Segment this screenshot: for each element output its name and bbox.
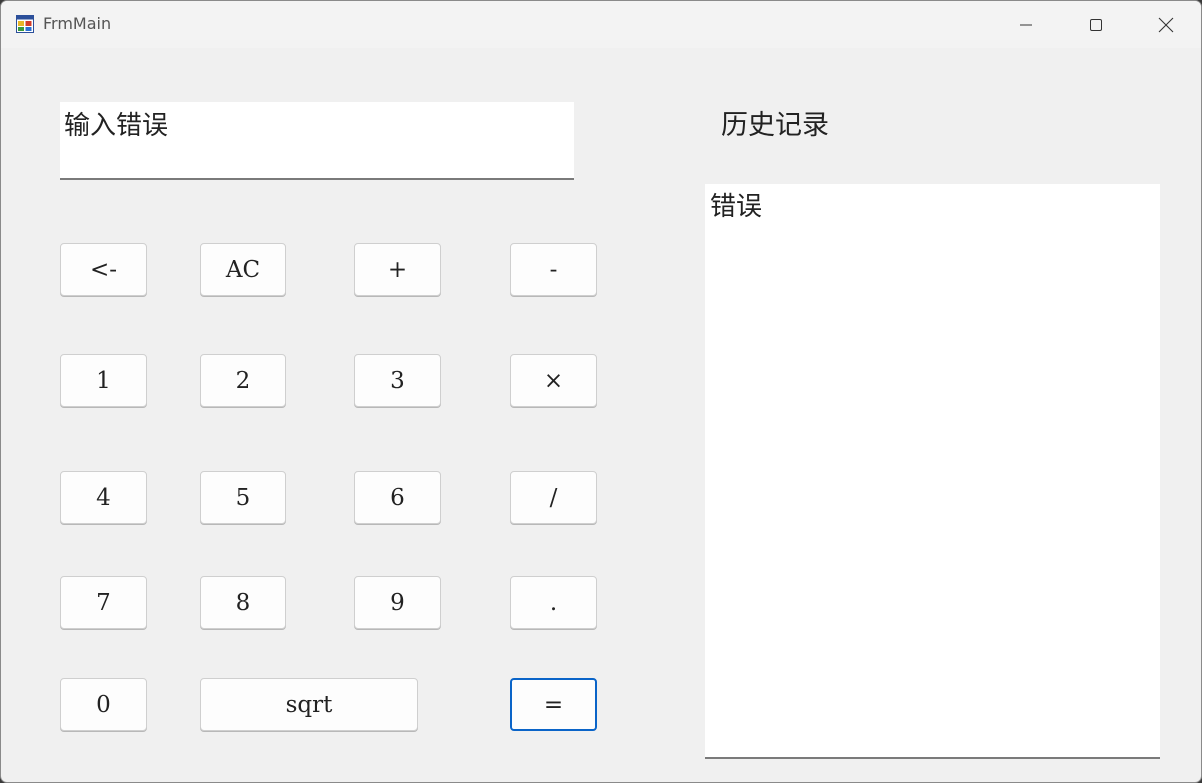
- digit-8-button[interactable]: 8: [200, 576, 286, 629]
- maximize-icon: [1090, 18, 1102, 31]
- main-window: FrmMain 输入错误 历史记录 错误 <- AC + - 1 2 3 × 4…: [0, 0, 1202, 783]
- plus-button[interactable]: +: [354, 243, 441, 296]
- sqrt-button[interactable]: sqrt: [200, 678, 418, 731]
- minimize-icon: [1020, 24, 1032, 25]
- history-textbox[interactable]: 错误: [705, 184, 1160, 759]
- digit-7-button[interactable]: 7: [60, 576, 147, 629]
- close-icon: [1158, 17, 1174, 32]
- digit-6-button[interactable]: 6: [354, 471, 441, 524]
- equals-button[interactable]: =: [510, 678, 597, 731]
- digit-9-button[interactable]: 9: [354, 576, 441, 629]
- history-label: 历史记录: [721, 110, 829, 141]
- maximize-button[interactable]: [1061, 1, 1131, 48]
- digit-4-button[interactable]: 4: [60, 471, 147, 524]
- backspace-button[interactable]: <-: [60, 243, 147, 296]
- digit-3-button[interactable]: 3: [354, 354, 441, 407]
- digit-2-button[interactable]: 2: [200, 354, 286, 407]
- window-title: FrmMain: [43, 14, 112, 33]
- digit-0-button[interactable]: 0: [60, 678, 147, 731]
- title-bar[interactable]: FrmMain: [1, 1, 1201, 48]
- minimize-button[interactable]: [991, 1, 1061, 48]
- app-window-icon: [16, 15, 34, 33]
- display-textbox[interactable]: 输入错误: [60, 102, 574, 180]
- digit-1-button[interactable]: 1: [60, 354, 147, 407]
- minus-button[interactable]: -: [510, 243, 597, 296]
- multiply-button[interactable]: ×: [510, 354, 597, 407]
- ac-button[interactable]: AC: [200, 243, 286, 296]
- digit-5-button[interactable]: 5: [200, 471, 286, 524]
- divide-button[interactable]: /: [510, 471, 597, 524]
- close-button[interactable]: [1131, 1, 1201, 48]
- decimal-point-button[interactable]: .: [510, 576, 597, 629]
